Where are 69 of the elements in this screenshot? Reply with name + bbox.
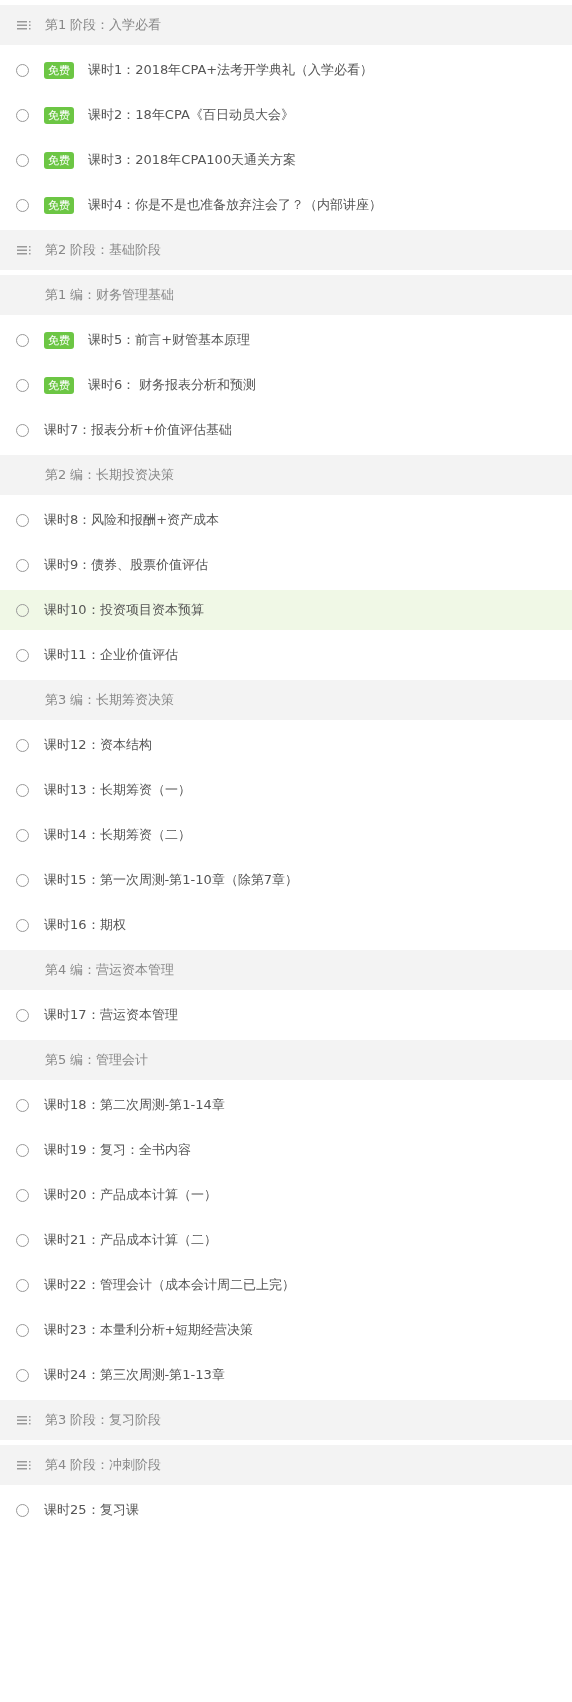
list-icon — [17, 245, 31, 255]
lesson-row[interactable]: 课时22：管理会计（成本会计周二已上完） — [0, 1265, 572, 1305]
free-tag: 免费 — [44, 376, 74, 394]
free-tag: 免费 — [44, 61, 74, 79]
lesson-title: 课时20：产品成本计算（一） — [44, 1186, 217, 1204]
lesson-row[interactable]: 免费 课时4：你是不是也准备放弃注会了？（内部讲座） — [0, 185, 572, 225]
lesson-row[interactable]: 课时15：第一次周测-第1-10章（除第7章） — [0, 860, 572, 900]
lesson-title: 课时6： 财务报表分析和预测 — [88, 376, 257, 394]
section-title: 第1 编：财务管理基础 — [45, 286, 175, 304]
lesson-row[interactable]: 课时12：资本结构 — [0, 725, 572, 765]
lesson-title: 课时12：资本结构 — [44, 736, 152, 754]
section-title: 第5 编：管理会计 — [45, 1051, 149, 1069]
free-tag: 免费 — [44, 331, 74, 349]
lesson-row[interactable]: 课时20：产品成本计算（一） — [0, 1175, 572, 1215]
list-icon — [17, 1460, 31, 1470]
lesson-title: 课时3：2018年CPA100天通关方案 — [88, 151, 297, 169]
lesson-row[interactable]: 免费 课时5：前言+财管基本原理 — [0, 320, 572, 360]
section-title: 第2 编：长期投资决策 — [45, 466, 175, 484]
lesson-title: 课时17：营运资本管理 — [44, 1006, 178, 1024]
stage-title: 第4 阶段：冲刺阶段 — [45, 1456, 162, 1474]
stage-title: 第3 阶段：复习阶段 — [45, 1411, 162, 1429]
lesson-row[interactable]: 课时21：产品成本计算（二） — [0, 1220, 572, 1260]
lesson-title: 课时7：报表分析+价值评估基础 — [44, 421, 233, 439]
lesson-title: 课时25：复习课 — [44, 1501, 139, 1519]
lesson-row[interactable]: 课时7：报表分析+价值评估基础 — [0, 410, 572, 450]
lesson-title: 课时19：复习：全书内容 — [44, 1141, 191, 1159]
lesson-title: 课时22：管理会计（成本会计周二已上完） — [44, 1276, 295, 1294]
lesson-row[interactable]: 课时19：复习：全书内容 — [0, 1130, 572, 1170]
lesson-title: 课时9：债券、股票价值评估 — [44, 556, 209, 574]
free-tag: 免费 — [44, 196, 74, 214]
lesson-row[interactable]: 课时23：本量利分析+短期经营决策 — [0, 1310, 572, 1350]
lesson-row[interactable]: 课时24：第三次周测-第1-13章 — [0, 1355, 572, 1395]
lesson-row[interactable]: 免费 课时3：2018年CPA100天通关方案 — [0, 140, 572, 180]
lesson-row[interactable]: 课时9：债券、股票价值评估 — [0, 545, 572, 585]
lesson-title: 课时23：本量利分析+短期经营决策 — [44, 1321, 254, 1339]
lesson-row[interactable]: 课时13：长期筹资（一） — [0, 770, 572, 810]
lesson-title: 课时15：第一次周测-第1-10章（除第7章） — [44, 871, 298, 889]
lesson-title: 课时21：产品成本计算（二） — [44, 1231, 217, 1249]
stage-title: 第1 阶段：入学必看 — [45, 16, 162, 34]
lesson-title: 课时4：你是不是也准备放弃注会了？（内部讲座） — [88, 196, 383, 214]
lesson-row[interactable]: 课时8：风险和报酬+资产成本 — [0, 500, 572, 540]
lesson-title: 课时5：前言+财管基本原理 — [88, 331, 251, 349]
lesson-row[interactable]: 免费 课时2：18年CPA《百日动员大会》 — [0, 95, 572, 135]
lesson-title: 课时14：长期筹资（二） — [44, 826, 191, 844]
lesson-title: 课时16：期权 — [44, 916, 126, 934]
lesson-title: 课时1：2018年CPA+法考开学典礼（入学必看） — [88, 61, 374, 79]
lesson-title: 课时13：长期筹资（一） — [44, 781, 191, 799]
lesson-title: 课时24：第三次周测-第1-13章 — [44, 1366, 225, 1384]
list-icon — [17, 20, 31, 30]
lesson-title: 课时11：企业价值评估 — [44, 646, 178, 664]
free-tag: 免费 — [44, 106, 74, 124]
lesson-row[interactable]: 免费 课时1：2018年CPA+法考开学典礼（入学必看） — [0, 50, 572, 90]
section-title: 第3 编：长期筹资决策 — [45, 691, 175, 709]
lesson-title: 课时10：投资项目资本预算 — [44, 601, 204, 619]
list-icon — [17, 1415, 31, 1425]
lesson-title: 课时8：风险和报酬+资产成本 — [44, 511, 220, 529]
lesson-row[interactable]: 课时17：营运资本管理 — [0, 995, 572, 1035]
lesson-row[interactable]: 课时11：企业价值评估 — [0, 635, 572, 675]
lesson-row[interactable]: 免费 课时6： 财务报表分析和预测 — [0, 365, 572, 405]
free-tag: 免费 — [44, 151, 74, 169]
lesson-row[interactable]: 课时14：长期筹资（二） — [0, 815, 572, 855]
lesson-row[interactable]: 课时10：投资项目资本预算 — [0, 590, 572, 630]
lesson-title: 课时18：第二次周测-第1-14章 — [44, 1096, 225, 1114]
lesson-row[interactable]: 课时16：期权 — [0, 905, 572, 945]
lesson-title: 课时2：18年CPA《百日动员大会》 — [88, 106, 294, 124]
lesson-row[interactable]: 课时25：复习课 — [0, 1490, 572, 1530]
section-title: 第4 编：营运资本管理 — [45, 961, 175, 979]
lesson-row[interactable]: 课时18：第二次周测-第1-14章 — [0, 1085, 572, 1125]
stage-title: 第2 阶段：基础阶段 — [45, 241, 162, 259]
